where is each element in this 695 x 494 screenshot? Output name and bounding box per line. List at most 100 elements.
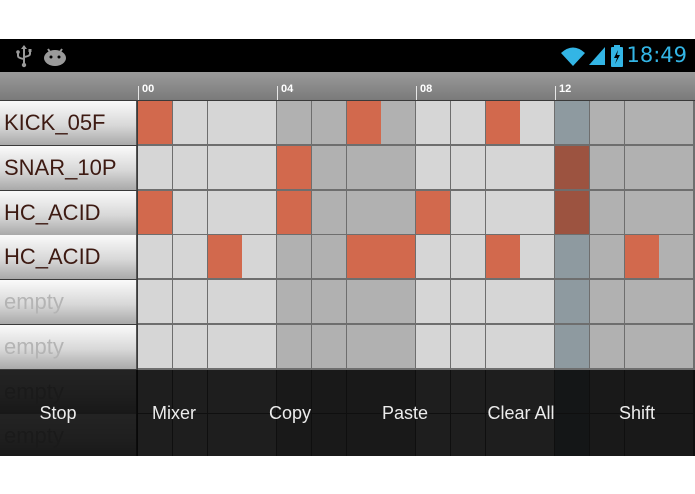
step-cell[interactable] <box>416 101 450 144</box>
track-button[interactable]: HC_ACID <box>0 190 137 235</box>
step-cell[interactable] <box>242 145 277 189</box>
step-cell[interactable] <box>450 190 485 234</box>
step-cell[interactable] <box>520 324 555 368</box>
step-cell[interactable] <box>242 235 277 279</box>
step-cell[interactable] <box>659 101 694 144</box>
step-cell[interactable] <box>277 280 311 323</box>
step-cell[interactable] <box>520 101 555 144</box>
step-cell[interactable] <box>172 235 207 279</box>
step-cell[interactable] <box>311 324 346 368</box>
track-button[interactable]: KICK_05F <box>0 101 137 145</box>
step-cell[interactable] <box>485 145 520 189</box>
step-cell[interactable] <box>242 324 277 368</box>
step-cell[interactable] <box>207 101 242 144</box>
step-cell[interactable] <box>624 190 659 234</box>
step-cell[interactable] <box>624 280 659 323</box>
step-cell[interactable] <box>242 280 277 323</box>
paste-button[interactable]: Paste <box>347 370 463 456</box>
step-cell[interactable] <box>520 190 555 234</box>
step-cell[interactable] <box>172 101 207 144</box>
step-cell[interactable] <box>346 324 381 368</box>
track-button[interactable]: SNAR_10P <box>0 145 137 190</box>
step-cell[interactable] <box>555 280 589 323</box>
step-cell[interactable] <box>624 145 659 189</box>
step-cell[interactable] <box>624 324 659 368</box>
step-cell[interactable] <box>277 235 311 279</box>
step-cell[interactable] <box>207 145 242 189</box>
step-cell[interactable] <box>346 145 381 189</box>
step-cell[interactable] <box>555 235 589 279</box>
mixer-button[interactable]: Mixer <box>116 370 232 456</box>
step-cell[interactable] <box>589 145 624 189</box>
step-cell[interactable] <box>207 280 242 323</box>
step-cell[interactable] <box>138 235 172 279</box>
step-cell[interactable] <box>381 280 416 323</box>
step-cell[interactable] <box>450 145 485 189</box>
step-cell[interactable] <box>659 280 694 323</box>
step-cell[interactable] <box>624 235 659 279</box>
step-cell[interactable] <box>659 190 694 234</box>
step-cell[interactable] <box>242 190 277 234</box>
step-cell[interactable] <box>381 324 416 368</box>
step-cell[interactable] <box>242 101 277 144</box>
step-cell[interactable] <box>138 101 172 144</box>
step-cell[interactable] <box>485 324 520 368</box>
step-cell[interactable] <box>207 190 242 234</box>
step-cell[interactable] <box>172 145 207 189</box>
step-cell[interactable] <box>277 101 311 144</box>
step-cell[interactable] <box>624 101 659 144</box>
step-cell[interactable] <box>277 145 311 189</box>
step-cell[interactable] <box>589 280 624 323</box>
step-cell[interactable] <box>207 235 242 279</box>
step-cell[interactable] <box>485 280 520 323</box>
step-cell[interactable] <box>311 190 346 234</box>
step-cell[interactable] <box>416 145 450 189</box>
step-cell[interactable] <box>207 324 242 368</box>
step-cell[interactable] <box>381 101 416 144</box>
track-button[interactable]: empty <box>0 280 137 324</box>
step-cell[interactable] <box>450 280 485 323</box>
step-cell[interactable] <box>520 280 555 323</box>
step-cell[interactable] <box>172 324 207 368</box>
step-cell[interactable] <box>381 190 416 234</box>
step-cell[interactable] <box>138 324 172 368</box>
step-cell[interactable] <box>277 190 311 234</box>
step-cell[interactable] <box>450 324 485 368</box>
step-cell[interactable] <box>555 101 589 144</box>
step-cell[interactable] <box>138 145 172 189</box>
step-cell[interactable] <box>589 324 624 368</box>
step-cell[interactable] <box>450 235 485 279</box>
step-cell[interactable] <box>555 190 589 234</box>
step-cell[interactable] <box>555 324 589 368</box>
step-cell[interactable] <box>485 190 520 234</box>
step-cell[interactable] <box>589 190 624 234</box>
step-cell[interactable] <box>416 190 450 234</box>
step-cell[interactable] <box>589 235 624 279</box>
step-cell[interactable] <box>311 235 346 279</box>
step-cell[interactable] <box>450 101 485 144</box>
step-cell[interactable] <box>346 280 381 323</box>
step-cell[interactable] <box>381 235 416 279</box>
step-cell[interactable] <box>416 280 450 323</box>
step-cell[interactable] <box>311 280 346 323</box>
clear-all-button[interactable]: Clear All <box>463 370 579 456</box>
step-cell[interactable] <box>381 145 416 189</box>
shift-button[interactable]: Shift <box>579 370 695 456</box>
step-cell[interactable] <box>277 324 311 368</box>
step-cell[interactable] <box>346 101 381 144</box>
step-cell[interactable] <box>172 190 207 234</box>
step-cell[interactable] <box>138 280 172 323</box>
step-cell[interactable] <box>589 101 624 144</box>
step-cell[interactable] <box>485 101 520 144</box>
step-cell[interactable] <box>138 190 172 234</box>
track-button[interactable]: HC_ACID <box>0 235 137 280</box>
step-cell[interactable] <box>659 235 694 279</box>
step-cell[interactable] <box>311 101 346 144</box>
step-cell[interactable] <box>172 280 207 323</box>
step-cell[interactable] <box>659 145 694 189</box>
track-button[interactable]: empty <box>0 324 137 369</box>
stop-button[interactable]: Stop <box>0 370 116 456</box>
step-cell[interactable] <box>520 235 555 279</box>
step-cell[interactable] <box>555 145 589 189</box>
step-cell[interactable] <box>416 235 450 279</box>
